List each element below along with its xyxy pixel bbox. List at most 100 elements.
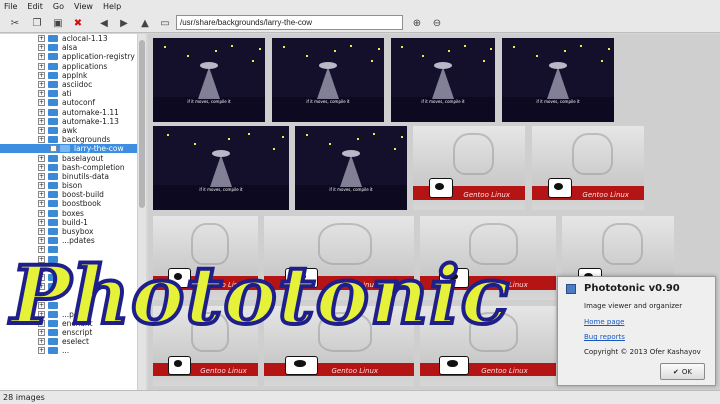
cut-icon[interactable]: ✂	[8, 16, 22, 30]
expand-icon[interactable]: +	[38, 126, 45, 134]
about-dialog: Phototonic v0.90 Image viewer and organi…	[557, 276, 716, 386]
tree-item-label: busybox	[62, 227, 94, 237]
forward-icon[interactable]: ▶	[117, 16, 131, 30]
folder-icon	[48, 200, 58, 208]
expand-icon[interactable]: +	[38, 99, 45, 107]
tree-item[interactable]: + aclocal-1.13	[0, 34, 145, 43]
tree-item-label: build-1	[62, 217, 88, 227]
expand-icon[interactable]: +	[38, 44, 45, 52]
tree-item[interactable]: + awk	[0, 126, 145, 135]
tree-item[interactable]: + automake-1.11	[0, 108, 145, 117]
tree-item[interactable]: + applications	[0, 62, 145, 71]
expand-icon[interactable]: +	[38, 62, 45, 70]
thumbnail[interactable]: if it moves, compile it	[502, 38, 614, 122]
expand-icon[interactable]: +	[38, 117, 45, 125]
thumbnail[interactable]: if it moves, compile it	[391, 38, 495, 122]
folder-icon	[48, 62, 58, 70]
expand-icon[interactable]: +	[38, 71, 45, 79]
tree-item[interactable]: + boost-build	[0, 190, 145, 199]
expand-icon[interactable]: +	[38, 182, 45, 190]
thumbnail[interactable]: if it moves, compile it	[295, 126, 407, 210]
back-icon[interactable]: ◀	[97, 16, 111, 30]
tree-item-label: boost-build	[62, 190, 104, 200]
tree-item[interactable]: + boostbook	[0, 199, 145, 208]
thumbnail-caption: if it moves, compile it	[536, 99, 580, 105]
tree-item[interactable]: + busybox	[0, 227, 145, 236]
folder-icon	[48, 209, 58, 217]
tree-item-label: application-registry	[62, 52, 135, 62]
cow-spot	[294, 360, 306, 367]
tree-item[interactable]: + backgrounds	[0, 135, 145, 144]
expand-icon[interactable]: +	[50, 145, 57, 153]
expand-icon[interactable]: +	[38, 191, 45, 199]
star	[370, 59, 373, 62]
star	[378, 48, 381, 51]
tree-item[interactable]: + bison	[0, 181, 145, 190]
tree-item[interactable]: + applnk	[0, 71, 145, 80]
ufo	[549, 61, 567, 69]
expand-icon[interactable]: +	[38, 218, 45, 226]
expand-icon[interactable]: +	[38, 172, 45, 180]
folder-icon	[48, 90, 58, 98]
menu-edit[interactable]: Edit	[27, 2, 43, 11]
folder-icon	[48, 172, 58, 180]
path-input[interactable]	[176, 15, 403, 30]
folder-icon: ▭	[160, 17, 170, 29]
star	[422, 54, 425, 57]
tree-item[interactable]: + automake-1.13	[0, 117, 145, 126]
beam	[210, 154, 232, 187]
thumbnail-caption: Gentoo Linux	[200, 367, 247, 376]
tree-item[interactable]: + boxes	[0, 209, 145, 218]
zoom-out-icon[interactable]: ⊖	[430, 16, 444, 30]
folder-icon	[48, 44, 58, 52]
expand-icon[interactable]: +	[38, 209, 45, 217]
expand-icon[interactable]: +	[38, 163, 45, 171]
thumbnail[interactable]: Gentoo Linux	[532, 126, 644, 210]
thumbnail[interactable]: if it moves, compile it	[153, 38, 265, 122]
tree-item[interactable]: + binutils-data	[0, 172, 145, 181]
tree-item-label: backgrounds	[62, 135, 111, 145]
up-icon[interactable]: ▲	[138, 16, 152, 30]
tree-item-label: ati	[62, 89, 72, 99]
menu-go[interactable]: Go	[53, 2, 64, 11]
tree-item[interactable]: + larry-the-cow	[0, 144, 145, 154]
bug-reports-link[interactable]: Bug reports	[584, 333, 625, 341]
tree-item[interactable]: + baselayout	[0, 153, 145, 163]
tree-scrollbar-thumb[interactable]	[139, 40, 145, 208]
zoom-in-icon[interactable]: ⊕	[410, 16, 424, 30]
expand-icon[interactable]: +	[38, 154, 45, 162]
copy-icon[interactable]: ❐	[30, 16, 44, 30]
expand-icon[interactable]: +	[38, 108, 45, 116]
tree-item[interactable]: + ati	[0, 89, 145, 98]
tree-item-label: boxes	[62, 208, 84, 218]
folder-icon	[48, 218, 58, 226]
expand-icon[interactable]: +	[38, 90, 45, 98]
ufo	[319, 61, 337, 69]
tree-item[interactable]: + autoconf	[0, 98, 145, 107]
ufo	[200, 61, 218, 69]
home-page-link[interactable]: Home page	[584, 318, 624, 326]
paste-icon[interactable]: ▣	[51, 16, 65, 30]
menu-help[interactable]: Help	[103, 2, 121, 11]
thumbnail[interactable]: if it moves, compile it	[153, 126, 289, 210]
star	[373, 132, 376, 135]
expand-icon[interactable]: +	[38, 35, 45, 43]
delete-icon[interactable]: ✖	[71, 16, 85, 30]
tree-item[interactable]: + bash-completion	[0, 163, 145, 172]
tree-item[interactable]: + alsa	[0, 43, 145, 52]
thumbnail[interactable]: Gentoo Linux	[413, 126, 525, 210]
expand-icon[interactable]: +	[38, 136, 45, 144]
menu-view[interactable]: View	[74, 2, 93, 11]
tree-item[interactable]: + build-1	[0, 218, 145, 227]
tree-item[interactable]: + asciidoc	[0, 80, 145, 89]
ok-button[interactable]: ✔ OK	[660, 363, 705, 380]
tree-item[interactable]: + application-registry	[0, 52, 145, 61]
thumbnail[interactable]: if it moves, compile it	[272, 38, 384, 122]
expand-icon[interactable]: +	[38, 228, 45, 236]
menu-file[interactable]: File	[4, 2, 17, 11]
ufo	[212, 149, 230, 157]
expand-icon[interactable]: +	[38, 200, 45, 208]
expand-icon[interactable]: +	[38, 53, 45, 61]
expand-icon[interactable]: +	[38, 81, 45, 89]
tree-item-label: binutils-data	[62, 171, 109, 181]
